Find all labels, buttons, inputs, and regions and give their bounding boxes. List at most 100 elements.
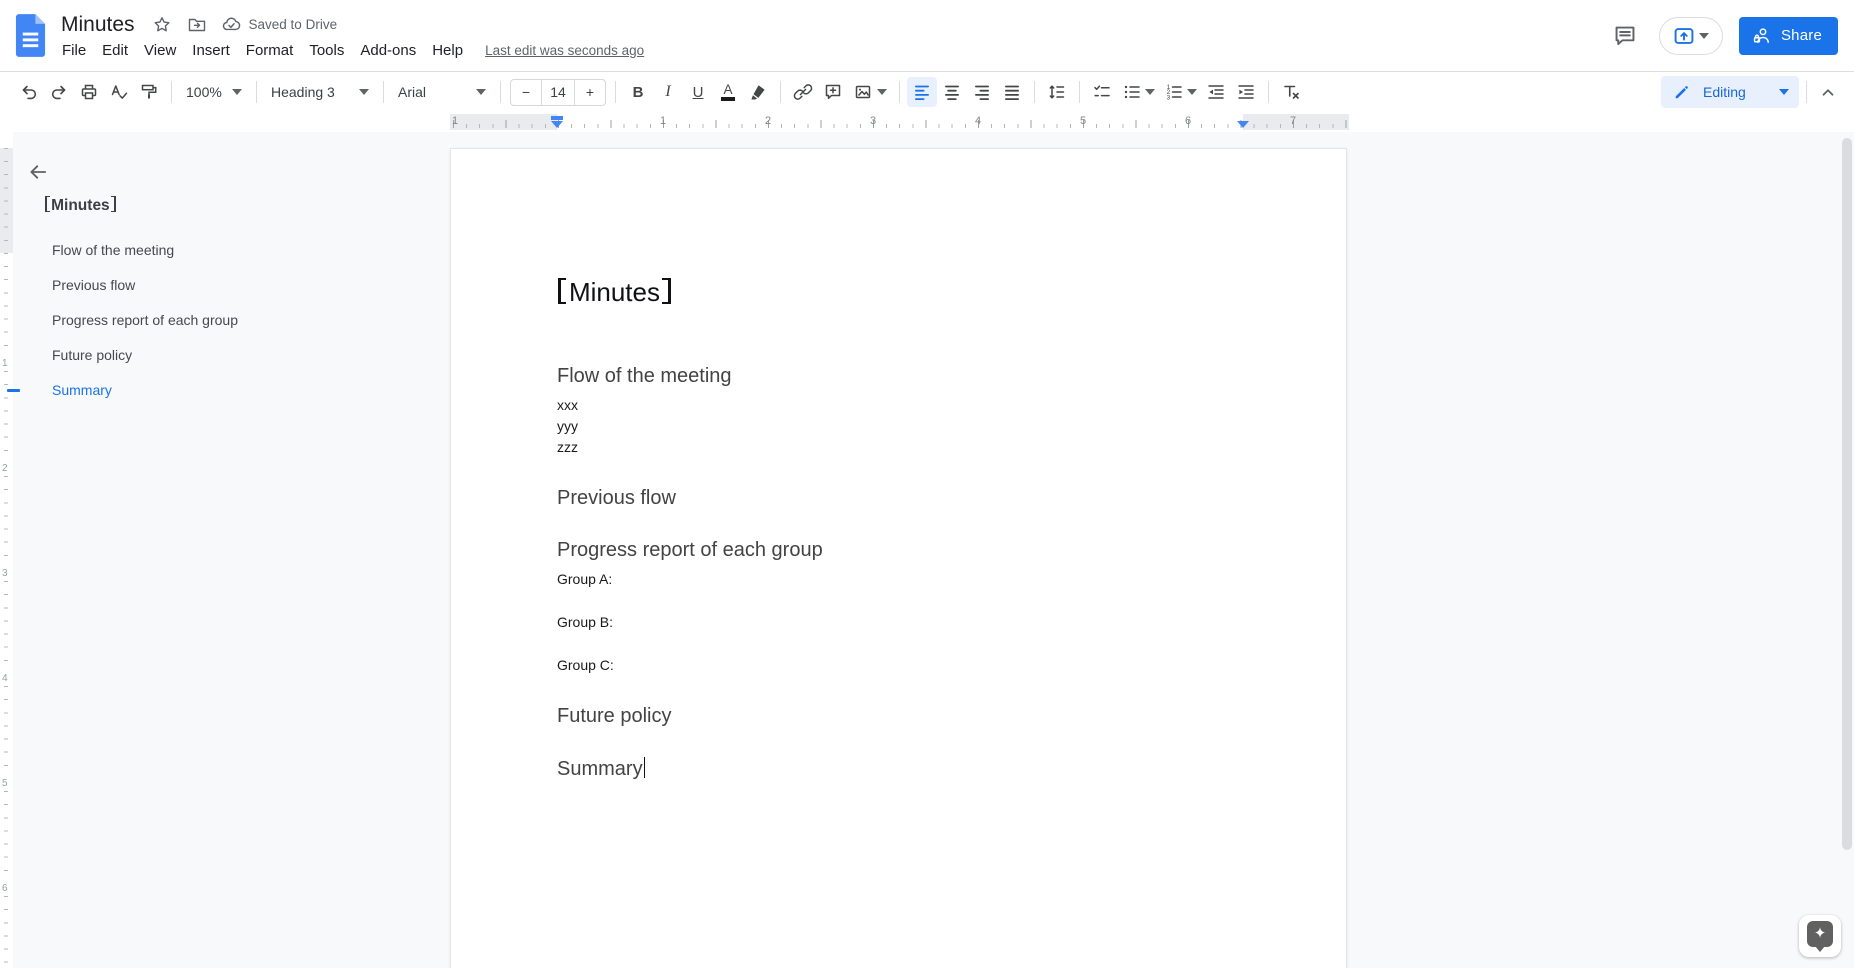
- font-size-input[interactable]: 14: [541, 79, 575, 105]
- menu-format[interactable]: Format: [238, 40, 302, 61]
- toolbar-divider: [780, 81, 781, 103]
- align-left-button[interactable]: [907, 77, 937, 107]
- ruler-label: 4: [974, 115, 982, 127]
- outline-item-future-policy[interactable]: Future policy: [52, 337, 340, 372]
- print-button[interactable]: [74, 77, 104, 107]
- italic-button[interactable]: I: [653, 77, 683, 107]
- share-button[interactable]: Share: [1738, 16, 1838, 55]
- toolbar-divider: [615, 81, 616, 103]
- menu-insert[interactable]: Insert: [184, 40, 238, 61]
- outline-item-label: Flow of the meeting: [52, 241, 175, 258]
- left-indent-marker[interactable]: [551, 121, 563, 128]
- toolbar-divider: [256, 81, 257, 103]
- text-cursor: [643, 757, 646, 778]
- undo-button[interactable]: [14, 77, 44, 107]
- underline-button[interactable]: U: [683, 77, 713, 107]
- menu-view[interactable]: View: [136, 40, 184, 61]
- doc-body-xxx: xxx: [557, 397, 578, 413]
- google-docs-logo[interactable]: [14, 13, 47, 58]
- comment-history-button[interactable]: [1605, 16, 1645, 56]
- ruler-half-ticks: [450, 120, 1349, 128]
- chevron-down-icon: [1144, 89, 1155, 95]
- align-left-icon: [915, 85, 929, 100]
- align-center-icon: [945, 85, 959, 100]
- ruler-label: 7: [1289, 115, 1297, 127]
- decrease-indent-button[interactable]: [1201, 77, 1231, 107]
- first-line-indent-marker[interactable]: [551, 116, 563, 120]
- increase-font-size-button[interactable]: +: [575, 80, 605, 105]
- close-outline-button[interactable]: [24, 158, 52, 186]
- move-to-folder-icon[interactable]: [186, 14, 208, 36]
- align-center-button[interactable]: [937, 77, 967, 107]
- bulleted-list-icon: [1124, 85, 1140, 99]
- explore-button[interactable]: ✦: [1799, 915, 1841, 957]
- menu-tools[interactable]: Tools: [301, 40, 352, 61]
- doc-h3-progress-report-of-each-group: Progress report of each group: [557, 539, 823, 561]
- line-spacing-button[interactable]: [1042, 77, 1072, 107]
- clear-formatting-icon: [1284, 85, 1299, 99]
- bulleted-list-button[interactable]: [1117, 77, 1159, 107]
- doc-h3-flow-of-the-meeting: Flow of the meeting: [557, 365, 732, 387]
- hide-menus-button[interactable]: [1814, 78, 1842, 106]
- last-edit-link[interactable]: Last edit was seconds ago: [485, 43, 644, 58]
- paint-format-icon: [141, 84, 157, 99]
- checklist-button[interactable]: [1087, 77, 1117, 107]
- chevron-down-icon: [232, 89, 242, 95]
- numbered-list-icon: 123: [1166, 84, 1182, 101]
- outline-item-flow-of-the-meeting[interactable]: Flow of the meeting: [52, 232, 340, 267]
- print-icon: [81, 84, 97, 100]
- vertical-scrollbar[interactable]: [1842, 138, 1852, 850]
- spell-check-button[interactable]: [104, 77, 134, 107]
- share-label: Share: [1780, 27, 1822, 44]
- highlight-color-button[interactable]: [743, 77, 773, 107]
- toolbar-divider: [1079, 81, 1080, 103]
- numbered-list-button[interactable]: 123: [1159, 77, 1201, 107]
- document-page[interactable]: Minutes Flow of the meeting xxx yyy zzz Previ…: [450, 148, 1347, 968]
- horizontal-ruler: 1 1 2 3 4 5 6 7: [0, 112, 1854, 132]
- redo-button[interactable]: [44, 77, 74, 107]
- chevron-down-icon: [476, 89, 486, 95]
- ruler-label: 1: [451, 115, 459, 127]
- cjk-close-bracket: [662, 277, 672, 304]
- present-button[interactable]: [1658, 16, 1723, 55]
- vertical-ruler: 1 2 3 4 5 6: [0, 132, 13, 968]
- back-arrow-icon: [30, 165, 47, 179]
- outline-item-previous-flow[interactable]: Previous flow: [52, 267, 340, 302]
- align-right-button[interactable]: [967, 77, 997, 107]
- star-icon[interactable]: [151, 14, 173, 36]
- insert-link-button[interactable]: [788, 77, 818, 107]
- add-comment-icon: [825, 84, 841, 100]
- menu-add-ons[interactable]: Add-ons: [352, 40, 424, 61]
- outline-item-label: Previous flow: [52, 276, 136, 293]
- ruler-label: 5: [1079, 115, 1087, 127]
- outline-items: Flow of the meeting Previous flow Progress…: [7, 232, 340, 407]
- right-indent-marker[interactable]: [1237, 121, 1249, 128]
- editing-mode-button[interactable]: Editing: [1661, 76, 1799, 108]
- cjk-open-bracket: [44, 196, 50, 212]
- paragraph-style-select[interactable]: Heading 3: [264, 77, 376, 107]
- toolbar: 100% Heading 3 Arial − 14 + B I U A 1 2 …: [0, 71, 1854, 112]
- decrease-font-size-button[interactable]: −: [511, 80, 541, 105]
- document-title[interactable]: Minutes: [61, 13, 135, 37]
- outline-title[interactable]: Minutes: [44, 196, 117, 215]
- menu-help[interactable]: Help: [424, 40, 471, 61]
- align-justify-button[interactable]: [997, 77, 1027, 107]
- toolbar-divider: [899, 81, 900, 103]
- menu-edit[interactable]: Edit: [94, 40, 136, 61]
- image-icon: [855, 85, 871, 99]
- zoom-select[interactable]: 100%: [179, 77, 249, 107]
- bold-button[interactable]: B: [623, 77, 653, 107]
- insert-image-button[interactable]: [848, 77, 892, 107]
- checklist-icon: [1094, 85, 1110, 97]
- menu-file[interactable]: File: [61, 40, 94, 61]
- saved-status[interactable]: Saved to Drive: [221, 14, 337, 35]
- outline-item-progress-report-of-each-group[interactable]: Progress report of each group: [52, 302, 340, 337]
- add-comment-button[interactable]: [818, 77, 848, 107]
- paint-format-button[interactable]: [134, 77, 164, 107]
- font-select[interactable]: Arial: [391, 77, 493, 107]
- text-color-button[interactable]: A: [713, 77, 743, 107]
- outline-item-summary[interactable]: Summary: [7, 372, 340, 407]
- clear-formatting-button[interactable]: [1276, 77, 1306, 107]
- line-spacing-icon: [1049, 85, 1065, 99]
- increase-indent-button[interactable]: [1231, 77, 1261, 107]
